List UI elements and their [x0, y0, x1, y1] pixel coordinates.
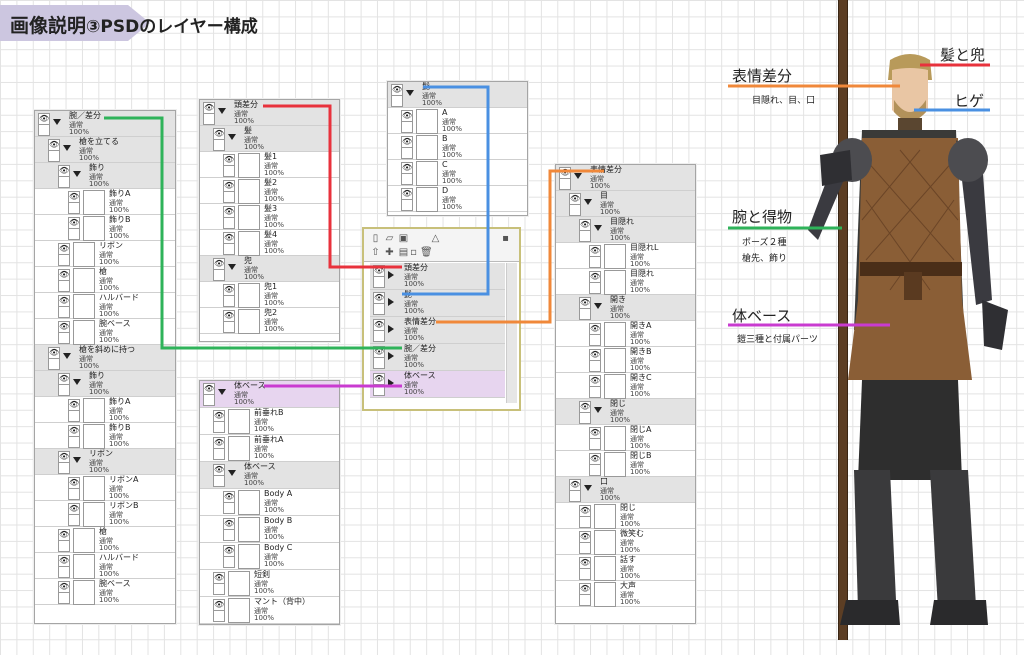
label-kabuto: 髪と兜: [940, 46, 986, 64]
figure-skirt: [848, 300, 972, 380]
label-karada: 体ベース: [732, 307, 792, 325]
label-hyojo: 表情差分: [732, 67, 793, 85]
label-ude-sub2: 槍先、飾り: [742, 254, 788, 264]
figure-right-boot: [930, 470, 976, 610]
label-karada-sub: 鎧三種と付属パーツ: [737, 335, 818, 345]
figure-belt-pouch: [904, 272, 922, 302]
connector-red: [263, 104, 402, 269]
figure-trousers: [858, 380, 962, 480]
knight-figure: [808, 54, 1008, 625]
figure-left-boot: [854, 470, 896, 610]
label-ude-sub1: ポーズ２種: [742, 238, 787, 248]
connector-green: [104, 116, 402, 350]
connector-blue: [402, 85, 490, 296]
label-hyojo-sub: 目隠れ、目、口: [752, 96, 816, 106]
figure-right-foot: [930, 600, 988, 625]
figure-left-foot: [840, 600, 900, 625]
label-ude: 腕と得物: [732, 208, 793, 226]
figure-right-hand: [982, 300, 1008, 350]
label-hige: ヒゲ: [954, 92, 985, 110]
figure-pauldron-right: [948, 138, 988, 182]
figure-and-connectors: [104, 54, 1008, 625]
figure-left-hand: [820, 150, 852, 186]
connector-orange: [436, 169, 604, 324]
